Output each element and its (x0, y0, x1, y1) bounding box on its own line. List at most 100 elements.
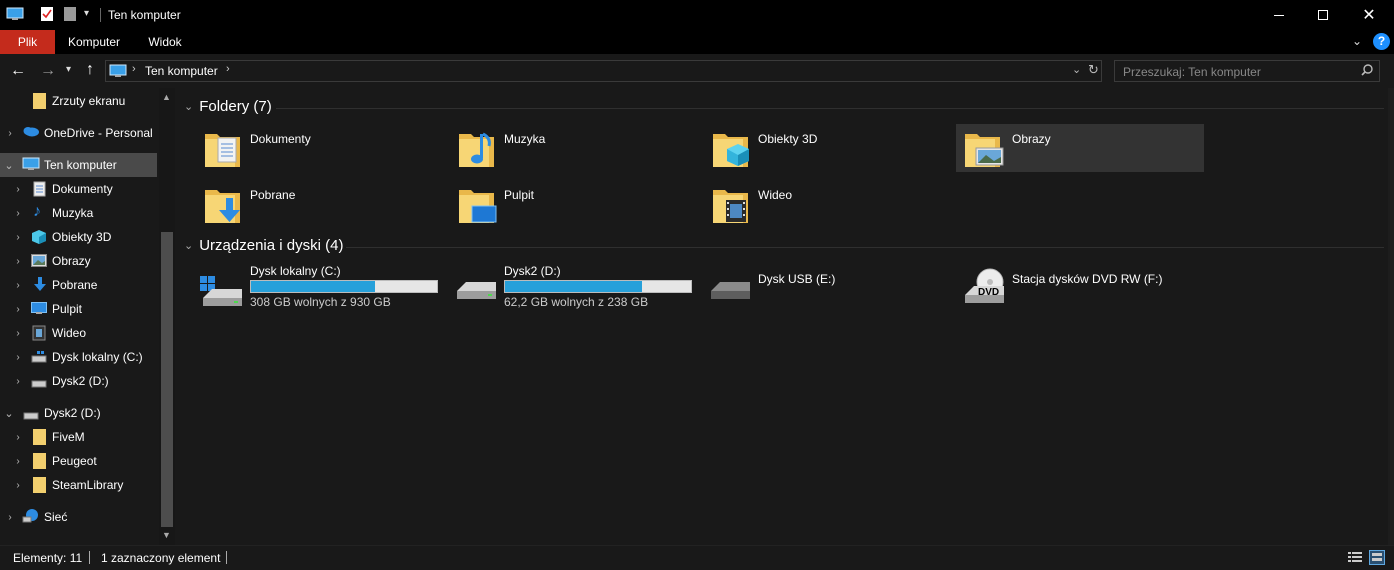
chevron-right-icon[interactable]: › (13, 232, 23, 243)
drive-icon (31, 377, 47, 393)
folder-tile-wideo[interactable]: Wideo (708, 180, 954, 228)
folder-tile-pobrane[interactable]: Pobrane (200, 180, 446, 228)
nav-item-onedrive[interactable]: › OneDrive - Personal (0, 121, 159, 145)
back-button[interactable]: ← (10, 62, 26, 80)
drives-group-header[interactable]: ⌄ Urządzenia i dyski (4) (184, 237, 343, 254)
nav-item-dysk2-d[interactable]: › Dysk2 (D:) (0, 369, 159, 393)
desktop-icon (31, 302, 47, 318)
breadcrumb-chevron-icon[interactable]: › (226, 63, 230, 75)
maximize-button[interactable] (1300, 0, 1346, 30)
nav-item-siec[interactable]: › Sieć (0, 505, 159, 529)
quick-access-dropdown-icon[interactable]: ▾ (84, 8, 89, 19)
nav-scroll-thumb[interactable] (161, 232, 173, 527)
chevron-right-icon[interactable]: › (13, 456, 23, 467)
drive-tile-e[interactable]: Dysk USB (E:) (708, 264, 954, 312)
status-separator (226, 551, 227, 564)
chevron-right-icon[interactable]: › (5, 512, 15, 523)
chevron-right-icon[interactable]: › (13, 256, 23, 267)
music-icon: ♪ (33, 203, 41, 220)
drive-label: Dysk2 (D:) (504, 264, 561, 278)
details-view-icon[interactable] (1348, 551, 1362, 567)
chevron-right-icon[interactable]: › (13, 352, 23, 363)
chevron-right-icon[interactable]: › (5, 128, 15, 139)
nav-item-obiekty-3d[interactable]: › Obiekty 3D (0, 225, 159, 249)
recent-locations-dropdown[interactable]: ▾ (66, 64, 71, 75)
desktop-folder-icon (458, 184, 498, 227)
ribbon-expand-icon[interactable]: ⌄ (1352, 34, 1362, 48)
tiles-view-icon[interactable] (1369, 550, 1385, 565)
nav-item-obrazy[interactable]: › Obrazy (0, 249, 159, 273)
address-bar[interactable]: › Ten komputer › ⌄ ↻ (105, 60, 1102, 82)
chevron-right-icon[interactable]: › (13, 208, 23, 219)
nav-item-muzyka[interactable]: › ♪ Muzyka (0, 201, 159, 225)
nav-item-dysk-lokalny-c[interactable]: › Dysk lokalny (C:) (0, 345, 159, 369)
scroll-up-icon[interactable]: ▲ (162, 92, 171, 102)
computer-icon[interactable] (6, 7, 24, 21)
nav-item-dysk2-d-root[interactable]: ⌄ Dysk2 (D:) (0, 401, 159, 425)
chevron-right-icon[interactable]: › (13, 328, 23, 339)
nav-item-peugeot[interactable]: › Peugeot (0, 449, 159, 473)
chevron-down-icon[interactable]: ⌄ (184, 100, 193, 113)
chevron-right-icon[interactable]: › (13, 480, 23, 491)
folders-group-header[interactable]: ⌄ Foldery (7) (184, 98, 272, 115)
address-history-dropdown[interactable]: ⌄ (1072, 63, 1081, 76)
folders-divider (276, 108, 1384, 109)
tab-komputer[interactable]: Komputer (60, 30, 128, 54)
minimize-button[interactable] (1256, 0, 1302, 30)
chevron-right-icon[interactable]: › (13, 280, 23, 291)
close-button[interactable]: ✕ (1346, 0, 1392, 30)
refresh-icon[interactable]: ↻ (1088, 62, 1099, 78)
close-icon: ✕ (1362, 7, 1376, 24)
forward-button[interactable]: → (40, 62, 56, 80)
search-input[interactable]: Przeszukaj: Ten komputer (1123, 65, 1261, 79)
nav-item-fivem[interactable]: › FiveM (0, 425, 159, 449)
title-bar: ▾ Ten komputer ✕ (0, 0, 1394, 30)
videos-folder-icon (712, 184, 752, 227)
nav-item-wideo[interactable]: › Wideo (0, 321, 159, 345)
folder-tile-dokumenty[interactable]: Dokumenty (200, 124, 446, 172)
chevron-right-icon[interactable]: › (13, 376, 23, 387)
nav-item-ten-komputer[interactable]: ⌄ Ten komputer (0, 153, 157, 177)
chevron-right-icon[interactable]: › (13, 304, 23, 315)
new-folder-icon[interactable] (64, 7, 76, 21)
folder-tile-muzyka[interactable]: Muzyka (454, 124, 700, 172)
music-folder-icon (458, 128, 496, 171)
tab-plik[interactable]: Plik (0, 30, 55, 54)
ribbon-tabs: Plik Komputer Widok ⌄ ? (0, 30, 1394, 54)
downloads-icon (33, 276, 49, 292)
chevron-right-icon[interactable]: › (13, 184, 23, 195)
drive-tile-f[interactable]: DVD Stacja dysków DVD RW (F:) (962, 264, 1208, 312)
search-box[interactable]: Przeszukaj: Ten komputer (1114, 60, 1380, 82)
computer-icon (109, 64, 127, 78)
chevron-right-icon[interactable]: › (13, 432, 23, 443)
nav-item-zrzuty-ekranu[interactable]: Zrzuty ekranu (0, 89, 159, 113)
drive-tile-c[interactable]: Dysk lokalny (C:) 308 GB wolnych z 930 G… (200, 264, 446, 312)
breadcrumb-ten-komputer[interactable]: Ten komputer (145, 64, 218, 78)
nav-item-pobrane[interactable]: › Pobrane (0, 273, 159, 297)
chevron-down-icon[interactable]: ⌄ (184, 239, 193, 252)
network-icon (22, 508, 38, 524)
breadcrumb-separator-icon[interactable]: › (132, 63, 136, 75)
videos-icon (32, 325, 48, 341)
nav-item-pulpit[interactable]: › Pulpit (0, 297, 159, 321)
drive-free-space: 62,2 GB wolnych z 238 GB (504, 295, 649, 309)
objects-3d-folder-icon (712, 128, 750, 171)
up-button[interactable]: ↑ (86, 61, 94, 79)
drive-usage-bar (504, 280, 692, 293)
help-icon[interactable]: ? (1373, 33, 1390, 50)
drive-tile-d[interactable]: Dysk2 (D:) 62,2 GB wolnych z 238 GB (454, 264, 700, 312)
search-icon[interactable] (1361, 64, 1373, 79)
folders-header-label: Foldery (7) (199, 98, 272, 115)
folder-tile-obiekty-3d[interactable]: Obiekty 3D (708, 124, 954, 172)
folder-icon (33, 93, 46, 109)
folder-tile-pulpit[interactable]: Pulpit (454, 180, 700, 228)
chevron-down-icon[interactable]: ⌄ (4, 159, 14, 172)
properties-icon[interactable] (40, 6, 54, 22)
tab-widok[interactable]: Widok (140, 30, 190, 54)
nav-item-dokumenty[interactable]: › Dokumenty (0, 177, 159, 201)
chevron-down-icon[interactable]: ⌄ (4, 407, 14, 420)
scroll-down-icon[interactable]: ▼ (162, 530, 171, 540)
status-items-count: Elementy: 11 (13, 551, 83, 565)
folder-tile-obrazy[interactable]: Obrazy (956, 124, 1204, 172)
nav-item-steamlibrary[interactable]: › SteamLibrary (0, 473, 159, 497)
